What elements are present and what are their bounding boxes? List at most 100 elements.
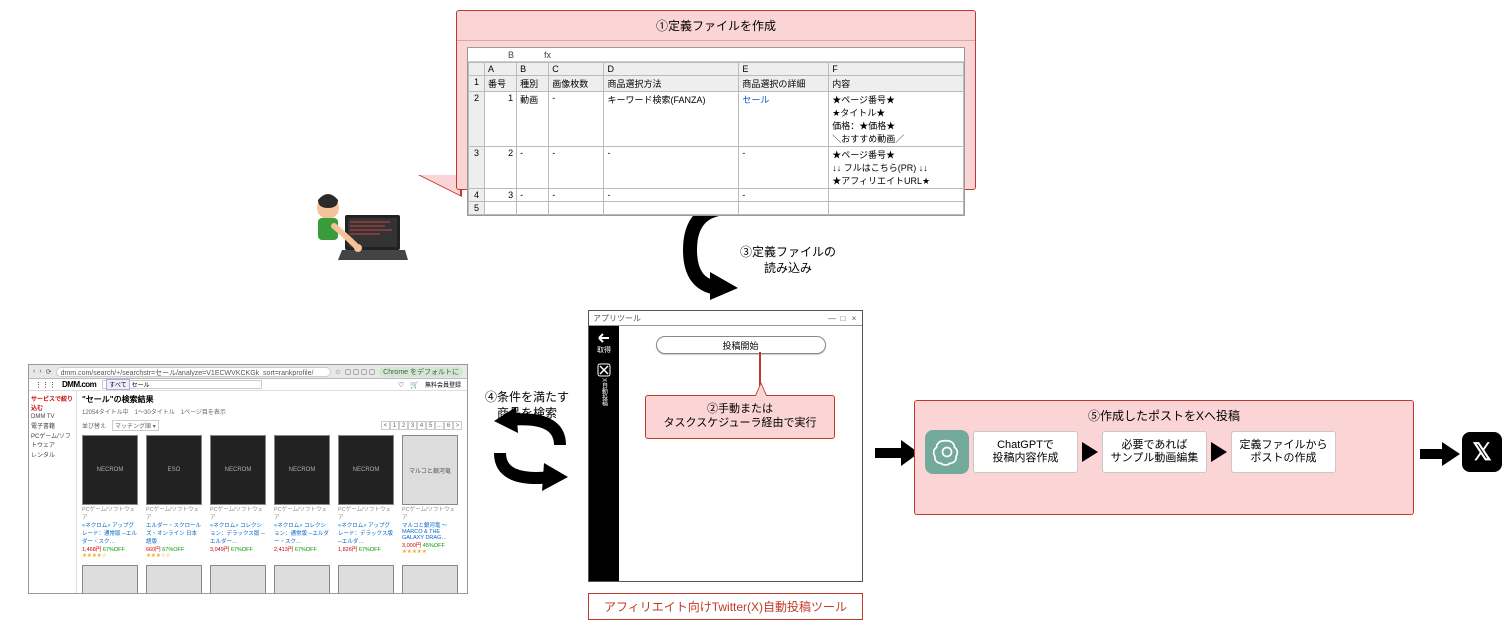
table-row: 2 1 動画 - キーワード検索(FANZA) セール ★ページ番号★ ★タイト… (469, 92, 964, 147)
sidebar-item[interactable]: レンタル (31, 449, 74, 459)
product-card[interactable]: NECROMPCゲーム/ソフトウェア<ネクロム> アップグレード：通常版 ─エル… (82, 435, 138, 559)
table-row: 4 3 - - - - (469, 189, 964, 202)
nav-fwd-icon[interactable]: › (39, 368, 41, 375)
product-name: エルダー・スクロールズ・オンライン 日本語版 (146, 521, 202, 545)
product-name: <ネクロム> アップグレード：通常版 ─エルダー・スク… (82, 521, 138, 545)
spreadsheet-table: A B C D E F 1 番号 種別 画像枚数 商品選択方法 商品選択の詳細 … (468, 62, 964, 215)
site-search[interactable]: すべて セール (102, 380, 262, 389)
person-at-laptop-illustration (310, 190, 420, 270)
h-method: 商品選択方法 (604, 76, 739, 92)
product-category: PCゲーム/ソフトウェア (146, 505, 202, 521)
results-sub: 12054タイトル中 1～30タイトル 1ページ目を表示 (82, 407, 462, 416)
tool-caption: アフィリエイト向けTwitter(X)自動投稿ツール (588, 593, 863, 620)
product-card[interactable] (146, 565, 202, 593)
results-controls: 並び替え マッチング順 ▾ < 1 2 3 4 5 ... 6 > (82, 420, 462, 431)
corner-cell (469, 63, 485, 76)
label-step3-l1: ③定義ファイルの (740, 245, 836, 261)
results-main: "セール"の検索結果 12054タイトル中 1～30タイトル 1ページ目を表示 … (77, 391, 467, 593)
product-card[interactable] (338, 565, 394, 593)
arrow-step4 (490, 405, 570, 495)
product-price: 1,826円 67%OFF (338, 545, 394, 553)
pager-btn[interactable]: 2 (399, 421, 408, 430)
product-card[interactable]: NECROMPCゲーム/ソフトウェア<ネクロム> コレクション：通常版 ─エルダ… (274, 435, 330, 559)
product-thumb: NECROM (82, 435, 138, 505)
close-icon[interactable]: × (850, 314, 858, 323)
tool-side-back[interactable]: 取得 (597, 332, 611, 355)
pager: < 1 2 3 4 5 ... 6 > (381, 421, 462, 430)
url-bar[interactable]: dmm.com/search/+/searchstr=セール/analyze=V… (56, 367, 331, 377)
tool-side-autopost[interactable]: X自動投稿 (597, 363, 611, 406)
nav-back-icon[interactable]: ‹ (33, 368, 35, 375)
product-card[interactable]: マルコと銀河竜PCゲーム/ソフトウェアマルコと銀河竜 ～MARCO & THE … (402, 435, 458, 559)
nav-reload-icon[interactable]: ⟳ (46, 368, 52, 376)
step2-box: ②手動または タスクスケジューラ経由で実行 (645, 395, 835, 439)
sort-select[interactable]: マッチング順 ▾ (112, 420, 159, 431)
col-c: C (549, 63, 604, 76)
sidebar-item[interactable]: PCゲーム/ソフトウェア (31, 430, 74, 449)
pager-btn[interactable]: ... (435, 421, 444, 430)
product-card[interactable] (210, 565, 266, 593)
product-price: 1,468円 67%OFF (82, 545, 138, 553)
browser-chrome-bar: ‹ › ⟳ dmm.com/search/+/searchstr=セール/ana… (29, 365, 467, 379)
maximize-icon[interactable]: □ (839, 314, 847, 323)
product-thumb (274, 565, 330, 593)
product-category: PCゲーム/ソフトウェア (210, 505, 266, 521)
step1-title: ①定義ファイルを作成 (457, 11, 975, 41)
pager-btn[interactable]: 5 (426, 421, 435, 430)
cell-num: 2 (485, 147, 517, 189)
signup-link[interactable]: 無料会員登録 (425, 380, 461, 389)
product-thumb: NECROM (274, 435, 330, 505)
pager-btn[interactable]: < (381, 421, 390, 430)
cell-imgs: - (549, 147, 604, 189)
step2-l1: ②手動または (650, 402, 830, 416)
site-logo[interactable]: DMM.com (62, 380, 96, 389)
sidebar-header: サービスで絞り込む (31, 393, 74, 412)
cart-icon[interactable]: 🛒 (410, 381, 419, 389)
product-card[interactable]: NECROMPCゲーム/ソフトウェア<ネクロム> コレクション：デラックス版 ─… (210, 435, 266, 559)
rowh: 2 (469, 92, 485, 147)
pager-btn[interactable]: 6 (444, 421, 453, 430)
step5-box: ⑤作成したポストをXへ投稿 ChatGPTで投稿内容作成 必要であればサンプル動… (914, 400, 1414, 515)
arrow-to-step5 (875, 440, 919, 471)
h-type: 種別 (517, 76, 549, 92)
label-step4-l1: ④条件を満たす (485, 390, 569, 406)
tool-body: 取得 X自動投稿 投稿開始 (589, 326, 862, 581)
product-card[interactable] (82, 565, 138, 593)
product-card[interactable]: NECROMPCゲーム/ソフトウェア<ネクロム> アップグレード：デラックス版 … (338, 435, 394, 559)
chrome-default-badge[interactable]: Chrome をデフォルトに (379, 367, 463, 377)
col-b: B (517, 63, 549, 76)
product-thumb (82, 565, 138, 593)
pager-btn[interactable]: 4 (417, 421, 426, 430)
product-name: <ネクロム> コレクション：通常版 ─エルダー・スク… (274, 521, 330, 545)
bell-icon[interactable]: ♡ (398, 381, 404, 389)
start-post-button[interactable]: 投稿開始 (656, 336, 826, 354)
cell-content: ★ページ番号★ ★タイトル★ 価格：★価格★ ＼おすすめ動画／ (829, 92, 964, 147)
minimize-icon[interactable]: — (828, 314, 836, 323)
label-step3: ③定義ファイルの 読み込み (740, 245, 836, 276)
product-name: マルコと銀河竜 ～MARCO & THE GALAXY DRAG… (402, 521, 458, 541)
star-icon[interactable]: ☆ (335, 368, 341, 376)
product-card[interactable]: ESOPCゲーム/ソフトウェアエルダー・スクロールズ・オンライン 日本語版660… (146, 435, 202, 559)
tool-main: 投稿開始 (619, 326, 862, 581)
h-imgs: 画像枚数 (549, 76, 604, 92)
product-thumb: ESO (146, 435, 202, 505)
sidebar-item[interactable]: DMM TV (31, 413, 74, 420)
col-f: F (829, 63, 964, 76)
rowh: 4 (469, 189, 485, 202)
pager-btn[interactable]: 3 (408, 421, 417, 430)
cell-content: ★ページ番号★ ↓↓ フルはこちら(PR) ↓↓ ★アフィリエイトURL★ (829, 147, 964, 189)
label-step3-l2: 読み込み (740, 261, 836, 277)
results-count: 12054タイトル中 1～30タイトル 1ページ目を表示 (82, 407, 226, 416)
h-num: 番号 (485, 76, 517, 92)
pager-btn[interactable]: 1 (390, 421, 399, 430)
pager-btn[interactable]: > (453, 421, 462, 430)
product-thumb: マルコと銀河竜 (402, 435, 458, 505)
product-card[interactable] (274, 565, 330, 593)
cell-type: 動画 (517, 92, 549, 147)
product-card[interactable] (402, 565, 458, 593)
step5-sub3: 定義ファイルからポストの作成 (1231, 431, 1336, 473)
sort-label: 並び替え (82, 421, 106, 430)
tool-titlebar: アプリツール — □ × (589, 311, 862, 326)
sidebar-item[interactable]: 電子書籍 (31, 420, 74, 430)
grid-icon[interactable]: ⋮⋮⋮ (35, 381, 56, 389)
